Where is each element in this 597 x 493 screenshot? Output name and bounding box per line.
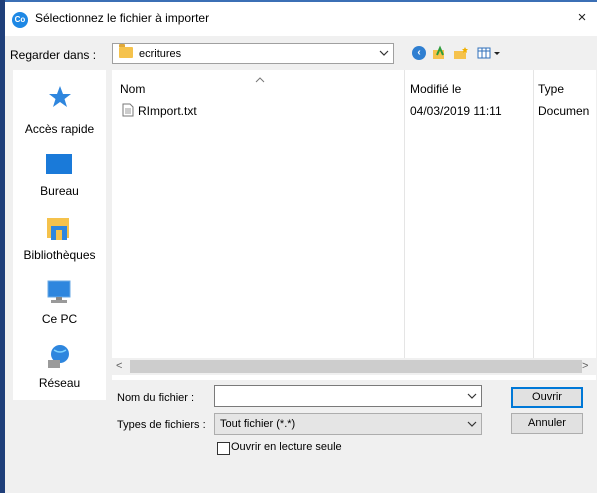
readonly-label[interactable]: Ouvrir en lecture seule xyxy=(231,441,342,453)
desktop-icon xyxy=(46,154,72,174)
close-button[interactable]: × xyxy=(570,6,594,30)
file-modified: 04/03/2019 11:11 xyxy=(410,104,502,118)
view-menu-icon[interactable] xyxy=(476,45,504,61)
filetype-dropdown[interactable]: Tout fichier (*.*) xyxy=(214,413,482,435)
cancel-button[interactable]: Annuler xyxy=(511,413,583,434)
places-bar: Accès rapide Bureau Bibliothèques Ce PC … xyxy=(13,70,106,400)
table-row[interactable]: RImport.txt 04/03/2019 11:11 Documen xyxy=(112,102,596,120)
place-label: Bureau xyxy=(40,184,79,198)
filetype-value: Tout fichier (*.*) xyxy=(220,418,296,430)
filename-input[interactable] xyxy=(214,385,482,407)
text-file-icon xyxy=(122,103,134,117)
computer-icon xyxy=(47,280,71,303)
folder-icon xyxy=(119,44,133,58)
place-label: Réseau xyxy=(38,376,81,390)
window-left-border xyxy=(0,0,5,493)
network-icon xyxy=(48,345,69,368)
filetype-label: Types de fichiers : xyxy=(117,419,206,431)
file-type: Documen xyxy=(538,104,590,118)
look-in-dropdown[interactable]: ecritures xyxy=(112,43,394,64)
app-icon: Co xyxy=(12,12,28,28)
new-folder-icon[interactable] xyxy=(452,45,470,61)
back-icon[interactable]: ‹ xyxy=(412,46,426,60)
column-header-type[interactable]: Type xyxy=(538,82,564,96)
place-quick-access[interactable]: Accès rapide xyxy=(13,80,106,140)
chevron-down-icon xyxy=(379,47,389,59)
libraries-icon xyxy=(47,218,69,240)
scroll-right-button[interactable]: > xyxy=(582,360,588,372)
place-label: Bibliothèques xyxy=(23,248,96,262)
horizontal-scrollbar[interactable]: < > xyxy=(112,358,596,375)
scroll-left-button[interactable]: < xyxy=(116,360,122,372)
scrollbar-thumb[interactable] xyxy=(130,360,582,373)
place-label: Ce PC xyxy=(41,312,78,326)
column-header-modified[interactable]: Modifié le xyxy=(410,82,461,96)
place-desktop[interactable]: Bureau xyxy=(13,146,106,206)
place-label: Accès rapide xyxy=(24,122,95,136)
star-icon xyxy=(49,86,71,107)
chevron-down-icon xyxy=(467,418,477,430)
look-in-label: Regarder dans : xyxy=(10,48,97,62)
place-this-pc[interactable]: Ce PC xyxy=(13,274,106,334)
chevron-down-icon[interactable] xyxy=(467,390,477,402)
look-in-value: ecritures xyxy=(139,48,182,60)
column-header-name[interactable]: Nom xyxy=(120,82,145,96)
sort-ascending-icon xyxy=(255,72,265,86)
place-libraries[interactable]: Bibliothèques xyxy=(13,210,106,270)
up-folder-icon[interactable] xyxy=(430,45,448,61)
file-list[interactable]: Nom Modifié le Type RImport.txt 04/03/20… xyxy=(112,70,596,380)
place-network[interactable]: Réseau xyxy=(13,338,106,398)
file-name: RImport.txt xyxy=(138,104,197,118)
filename-label: Nom du fichier : xyxy=(117,392,195,404)
readonly-checkbox[interactable] xyxy=(217,442,230,455)
window-title: Sélectionnez le fichier à importer xyxy=(35,11,210,25)
open-button[interactable]: Ouvrir xyxy=(511,387,583,408)
